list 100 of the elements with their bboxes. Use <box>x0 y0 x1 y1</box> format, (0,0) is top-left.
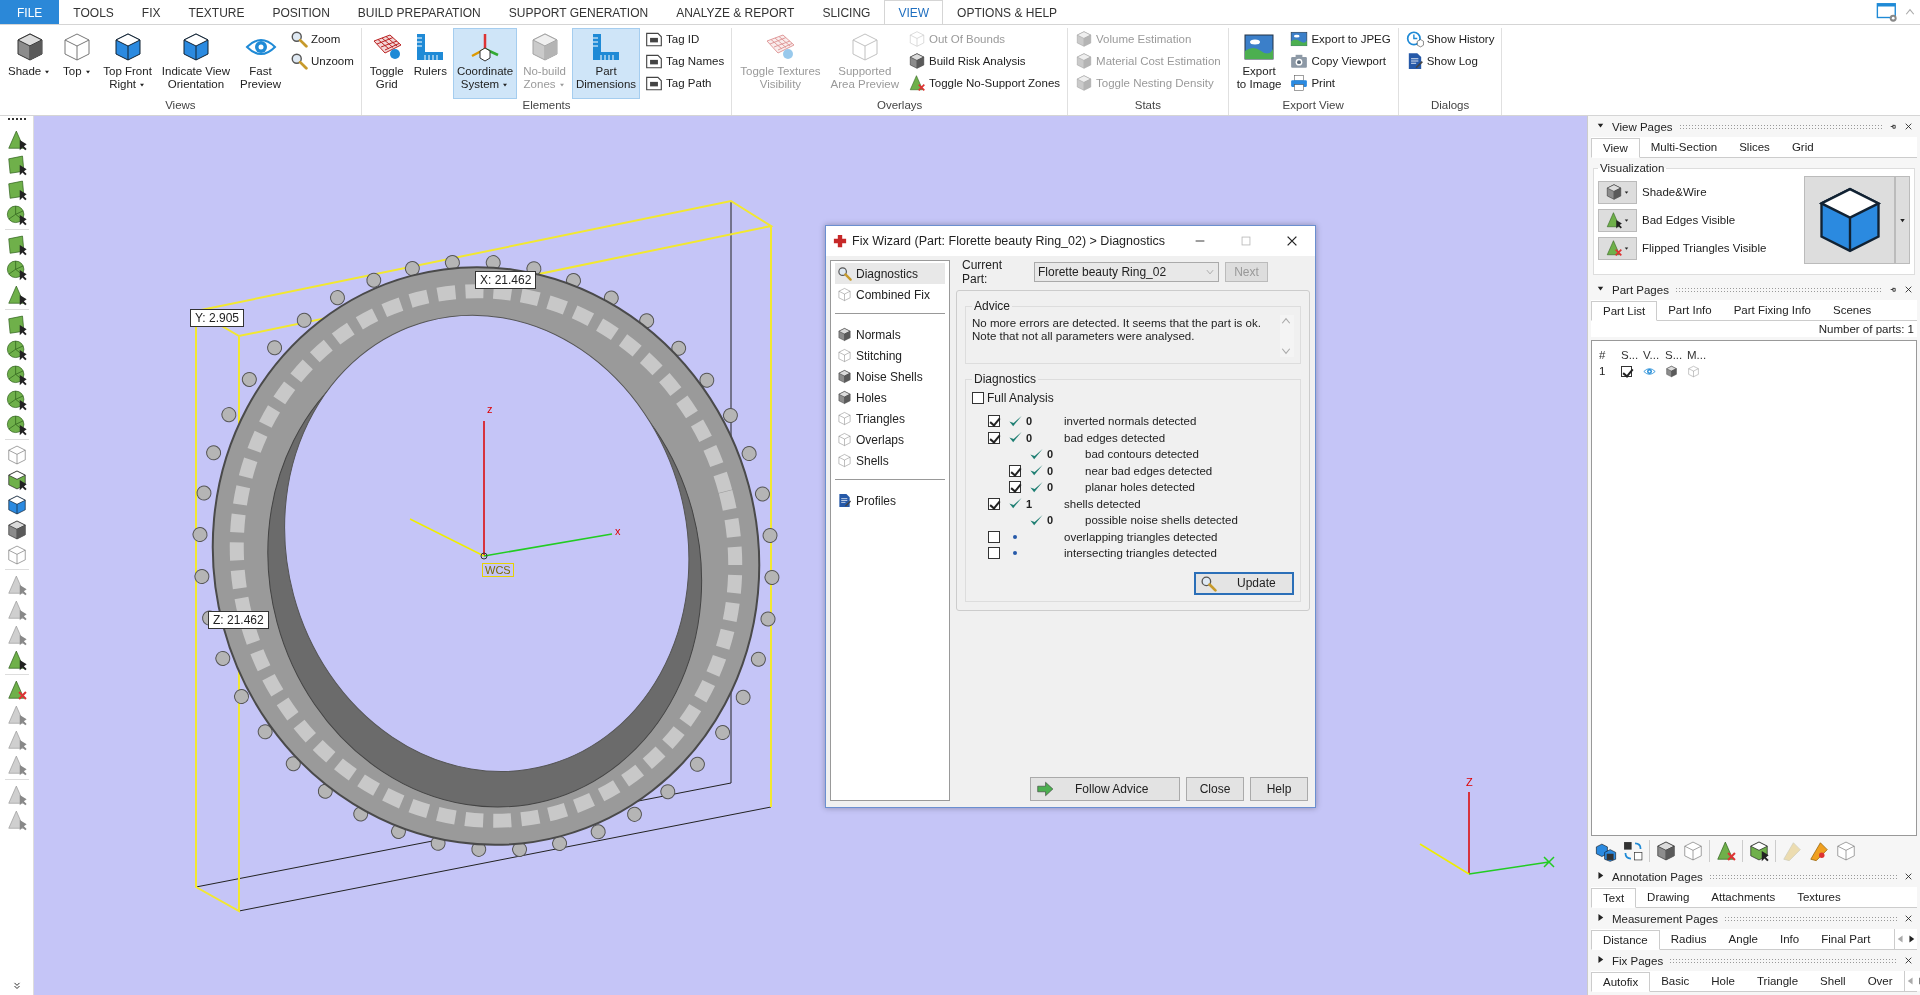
checkbox[interactable] <box>988 547 1000 560</box>
nav-item[interactable]: Combined Fix <box>835 284 945 305</box>
ribbon-button[interactable]: Unzoom <box>286 50 357 72</box>
triangle-icon[interactable] <box>5 283 28 306</box>
caret-right-icon[interactable] <box>1595 870 1606 881</box>
caret-right-icon[interactable] <box>1906 933 1917 945</box>
ribbon-button[interactable]: Show Log <box>1402 50 1498 72</box>
swap-icon[interactable] <box>1622 840 1644 862</box>
cube-icon[interactable] <box>5 493 28 516</box>
nav-item[interactable]: Profiles <box>835 490 945 511</box>
panel-tab[interactable]: Grid <box>1780 137 1825 157</box>
column-header[interactable]: # <box>1595 349 1617 361</box>
panel-tab[interactable]: Part Info <box>1657 300 1723 320</box>
panel-tab[interactable]: Basic <box>1650 971 1701 991</box>
ribbon-tab[interactable]: BUILD PREPARATION <box>343 0 495 24</box>
cube-icon[interactable] <box>1665 364 1678 378</box>
checkbox[interactable] <box>1009 464 1021 477</box>
part-dropdown[interactable]: Florette beauty Ring_02 <box>1034 262 1219 282</box>
dialog-button[interactable]: Close <box>1186 777 1244 801</box>
window-gear-icon[interactable] <box>1874 1 1900 23</box>
close-icon[interactable] <box>1904 872 1913 881</box>
ribbon-button[interactable]: Tag Names <box>642 50 728 72</box>
panel-tab[interactable]: Autofix <box>1591 972 1651 992</box>
caret-right-icon[interactable] <box>1595 912 1606 923</box>
ribbon-tab[interactable]: POSITION <box>258 0 344 24</box>
scrollbar[interactable] <box>1280 315 1294 357</box>
panel-tab[interactable]: Radius <box>1659 929 1718 949</box>
ribbon-tab[interactable]: OPTIONS & HELP <box>943 0 1072 24</box>
ribbon-tab[interactable]: ANALYZE & REPORT <box>662 0 809 24</box>
cube-icon[interactable] <box>5 468 28 491</box>
ribbon-button[interactable]: Indicate View Orientation <box>157 28 235 99</box>
ribbon-tab[interactable]: FIX <box>127 0 175 24</box>
column-header[interactable]: V... <box>1639 349 1661 361</box>
nav-item[interactable]: Noise Shells <box>835 366 945 387</box>
ribbon-button[interactable]: Tag ID <box>642 28 728 50</box>
close-icon[interactable] <box>1904 956 1913 965</box>
ribbon-button[interactable]: Coordinate System <box>452 28 518 99</box>
triangle-icon[interactable] <box>5 648 28 671</box>
panel-tab[interactable]: Angle <box>1717 929 1769 949</box>
checkbox[interactable] <box>1009 481 1021 494</box>
circle-icon[interactable] <box>5 258 28 281</box>
visualization-button[interactable] <box>1598 208 1637 232</box>
panel-tab[interactable]: Triangle <box>1745 971 1810 991</box>
panel-tab[interactable]: Drawing <box>1636 887 1701 907</box>
panel-tab[interactable]: View <box>1591 138 1640 158</box>
viewport[interactable] <box>34 116 1587 995</box>
ribbon-button[interactable]: Show History <box>1402 28 1498 50</box>
panel-tab[interactable]: Scenes <box>1822 300 1883 320</box>
panel-tab[interactable]: Part List <box>1591 301 1658 321</box>
square-icon[interactable] <box>5 153 28 176</box>
panel-tab[interactable]: Distance <box>1591 930 1660 950</box>
panel-tab[interactable]: Multi-Section <box>1639 137 1729 157</box>
ribbon-tab[interactable]: TEXTURE <box>174 0 259 24</box>
close-icon[interactable] <box>1904 122 1913 131</box>
ribbon-tab[interactable]: SUPPORT GENERATION <box>494 0 663 24</box>
close-icon[interactable] <box>1904 285 1913 294</box>
ribbon-button[interactable]: Toggle Grid <box>365 28 408 99</box>
panel-tab[interactable]: Slices <box>1728 137 1781 157</box>
nav-item[interactable]: Overlaps <box>835 429 945 450</box>
ribbon-tab[interactable]: FILE <box>0 0 60 24</box>
panel-tab[interactable]: Attachments <box>1700 887 1787 907</box>
panel-tab[interactable]: Textures <box>1786 887 1852 907</box>
ribbon-button[interactable]: Build Risk Analysis <box>905 50 1064 72</box>
ribbon-button[interactable]: Export to Image <box>1232 28 1286 99</box>
panel-tab[interactable]: Over <box>1856 971 1904 991</box>
ribbon-button[interactable]: Shade <box>4 28 56 99</box>
panel-tab[interactable]: Info <box>1769 929 1811 949</box>
pin-icon[interactable] <box>1889 285 1898 294</box>
cube-icon[interactable] <box>1655 840 1677 862</box>
ribbon-button[interactable]: Fast Preview <box>236 28 285 99</box>
ribbon-button[interactable]: Tag Path <box>642 72 728 94</box>
column-header[interactable]: S... <box>1661 349 1683 361</box>
close-icon[interactable] <box>1904 914 1913 923</box>
nav-item[interactable]: Stitching <box>835 345 945 366</box>
ribbon-button[interactable]: Export to JPEG <box>1287 28 1394 50</box>
pin-icon[interactable] <box>1889 122 1898 131</box>
nav-item[interactable]: Diagnostics <box>835 263 945 284</box>
ribbon-tab[interactable]: SLICING <box>808 0 885 24</box>
circle-icon[interactable] <box>5 338 28 361</box>
circle-icon[interactable] <box>5 363 28 386</box>
panel-tab[interactable]: Part Fixing Info <box>1722 300 1822 320</box>
dialog-button[interactable]: Help <box>1250 777 1308 801</box>
column-header[interactable]: S... <box>1617 349 1639 361</box>
panel-tab[interactable]: Final Part <box>1810 929 1882 949</box>
ribbon-button[interactable]: Toggle No-Support Zones <box>905 72 1064 94</box>
square-icon[interactable] <box>5 313 28 336</box>
ribbon-button[interactable]: Part Dimensions <box>572 28 641 99</box>
view-preview[interactable] <box>1804 176 1895 264</box>
dialog-button[interactable]: Follow Advice <box>1030 777 1180 801</box>
triangle-icon[interactable] <box>5 128 28 151</box>
checkbox[interactable] <box>988 530 1000 543</box>
chevron-icon[interactable] <box>11 981 22 991</box>
circle-icon[interactable] <box>5 413 28 436</box>
ribbon-button[interactable]: Top Front Right <box>99 28 156 99</box>
cube-icon[interactable] <box>5 518 28 541</box>
checkbox[interactable] <box>1621 365 1632 377</box>
nav-item[interactable]: Holes <box>835 387 945 408</box>
nav-item[interactable]: Triangles <box>835 408 945 429</box>
caret-right-icon[interactable] <box>1595 954 1606 965</box>
circle-icon[interactable] <box>5 388 28 411</box>
